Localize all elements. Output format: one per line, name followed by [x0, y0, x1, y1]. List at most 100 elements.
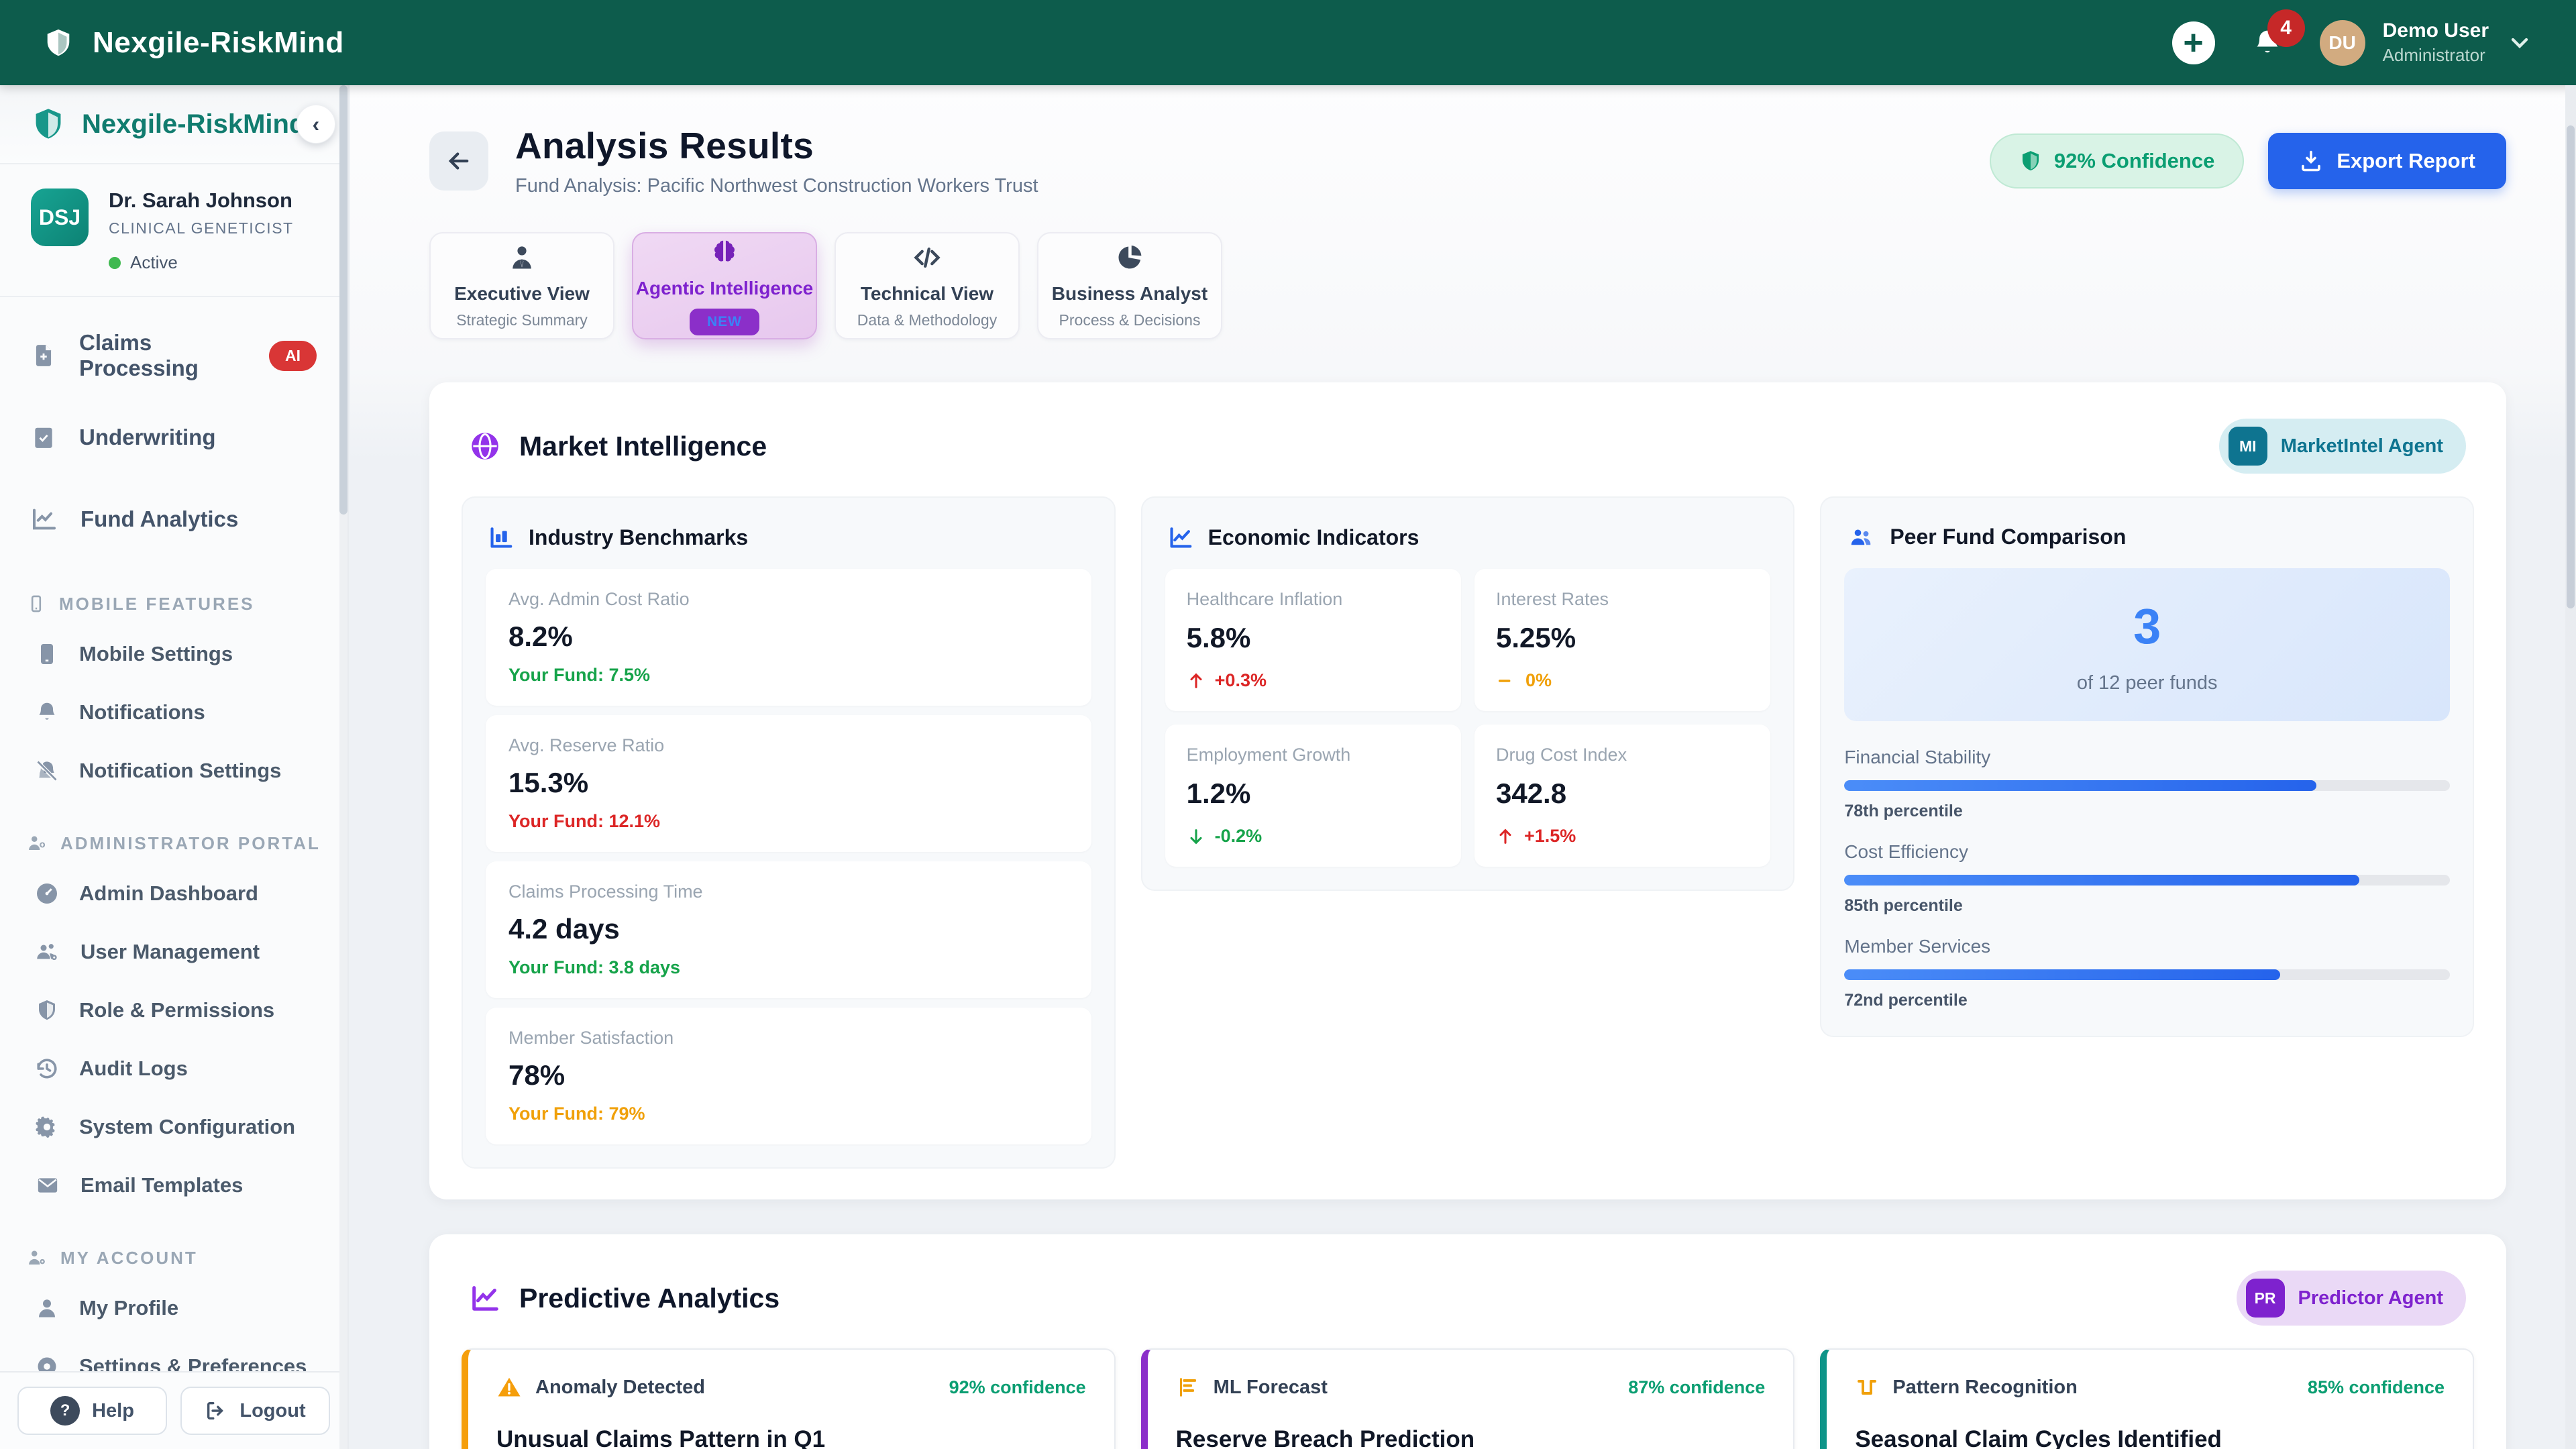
sidebar-footer: ? Help Logout — [0, 1371, 347, 1449]
shield-icon — [2019, 148, 2042, 174]
arrow-down-icon — [1187, 827, 1205, 846]
anomaly-card: Anomaly Detected 92% confidence Unusual … — [462, 1348, 1116, 1449]
industry-benchmarks-card: Industry Benchmarks Avg. Admin Cost Rati… — [462, 496, 1116, 1169]
metric-tile: Claims Processing Time 4.2 days Your Fun… — [486, 861, 1091, 998]
sidebar-brand-name: Nexgile-RiskMind — [82, 109, 306, 139]
globe-icon — [470, 431, 500, 462]
sidebar-item-notification-settings[interactable]: Notification Settings — [0, 741, 347, 800]
sidebar-profile: DSJ Dr. Sarah Johnson CLINICAL GENETICIS… — [0, 164, 347, 297]
sidebar-item-underwriting[interactable]: Underwriting — [0, 396, 347, 478]
sidebar-item-notifications[interactable]: Notifications — [0, 683, 347, 741]
sidebar-item-mobile-settings[interactable]: Mobile Settings — [0, 625, 347, 683]
help-button[interactable]: ? Help — [17, 1387, 167, 1435]
tab-agentic-intelligence[interactable]: Agentic Intelligence NEW — [632, 232, 817, 339]
chart-line-icon — [31, 506, 58, 533]
percentile-bar: Member Services 72nd percentile — [1844, 936, 2450, 1010]
tab-business-analyst[interactable]: Business Analyst Process & Decisions — [1037, 232, 1222, 339]
sidebar-collapse-button[interactable]: ‹ — [297, 105, 335, 144]
marketintel-agent-badge: MI MarketIntel Agent — [2218, 419, 2466, 474]
metric-tile: Avg. Admin Cost Ratio 8.2% Your Fund: 7.… — [486, 569, 1091, 706]
tab-technical-view[interactable]: Technical View Data & Methodology — [835, 232, 1020, 339]
ai-badge: AI — [269, 340, 317, 371]
section-mobile-features: MOBILE FEATURES — [0, 583, 347, 625]
pulse-icon — [1855, 1375, 1879, 1399]
economic-indicators-card: Economic Indicators Healthcare Inflation… — [1140, 496, 1795, 891]
notifications-button[interactable]: 4 — [2253, 9, 2305, 59]
notification-count-badge: 4 — [2267, 9, 2305, 47]
main-content: Analysis Results Fund Analysis: Pacific … — [350, 85, 2576, 1449]
page-scrollbar[interactable] — [2565, 85, 2576, 1449]
avatar: DU — [2319, 19, 2365, 66]
user-gear-icon — [27, 1248, 47, 1268]
logout-icon — [205, 1399, 227, 1422]
bar-chart-icon — [488, 525, 514, 550]
peer-rank-box: 3 of 12 peer funds — [1844, 568, 2450, 721]
sidebar-item-system-configuration[interactable]: System Configuration — [0, 1097, 347, 1156]
brain-icon — [709, 236, 740, 267]
user-role: Administrator — [2382, 45, 2485, 65]
predictor-agent-badge: PR Predictor Agent — [2236, 1271, 2466, 1326]
shield-icon — [35, 998, 59, 1022]
gear-icon — [35, 1115, 59, 1139]
market-intelligence-section: Market Intelligence MI MarketIntel Agent… — [429, 382, 2506, 1199]
back-button[interactable] — [429, 131, 488, 191]
brand-shield-icon — [43, 26, 74, 60]
mail-icon — [35, 1174, 60, 1197]
history-clock-icon — [35, 1057, 59, 1081]
sidebar-item-role-permissions[interactable]: Role & Permissions — [0, 981, 347, 1039]
predictive-analytics-section: Predictive Analytics PR Predictor Agent — [429, 1234, 2506, 1449]
question-icon: ? — [50, 1396, 80, 1426]
sidebar-item-fund-analytics[interactable]: Fund Analytics — [0, 478, 347, 560]
pie-chart-icon — [1115, 243, 1144, 272]
sidebar-item-my-profile[interactable]: My Profile — [0, 1279, 347, 1337]
brand-shield-icon — [31, 105, 66, 143]
horizontal-bars-icon — [1176, 1375, 1200, 1399]
user-plus-icon — [27, 833, 47, 853]
download-icon — [2299, 149, 2323, 173]
warning-triangle-icon — [496, 1375, 522, 1399]
pattern-recognition-card: Pattern Recognition 85% confidence Seaso… — [1820, 1348, 2474, 1449]
arrow-up-icon — [1187, 672, 1205, 690]
user-menu[interactable]: DU Demo User Administrator — [2319, 19, 2533, 66]
section-title: Market Intelligence — [519, 430, 767, 462]
clipboard-check-icon — [31, 425, 56, 450]
profile-role: CLINICAL GENETICIST — [109, 219, 294, 237]
view-tabs: Executive View Strategic Summary Agentic… — [350, 197, 2576, 339]
users-icon — [1847, 525, 1875, 549]
peer-fund-comparison-card: Peer Fund Comparison 3 of 12 peer funds … — [1820, 496, 2474, 1037]
sidebar-item-admin-dashboard[interactable]: Admin Dashboard — [0, 864, 347, 922]
bell-icon — [35, 700, 59, 724]
confidence-label: 85% confidence — [2307, 1377, 2445, 1397]
arrow-up-icon — [1496, 827, 1515, 846]
sidebar-scrollbar[interactable] — [339, 85, 347, 1449]
tab-executive-view[interactable]: Executive View Strategic Summary — [429, 232, 614, 339]
sidebar-item-email-templates[interactable]: Email Templates — [0, 1156, 347, 1214]
add-button[interactable]: + — [2171, 21, 2215, 64]
profile-name: Dr. Sarah Johnson — [109, 189, 292, 212]
chevron-down-icon — [2506, 30, 2533, 56]
confidence-badge: 92% Confidence — [1989, 133, 2245, 189]
logout-button[interactable]: Logout — [180, 1387, 330, 1435]
sidebar: Nexgile-RiskMind ‹ DSJ Dr. Sarah Johnson… — [0, 85, 349, 1449]
percentile-bar: Cost Efficiency 85th percentile — [1844, 841, 2450, 916]
smartphone-icon — [27, 594, 46, 613]
metric-tile: Interest Rates 5.25% 0% — [1474, 569, 1771, 711]
percentile-bar: Financial Stability 78th percentile — [1844, 747, 2450, 821]
export-report-button[interactable]: Export Report — [2268, 132, 2506, 189]
confidence-label: 87% confidence — [1628, 1377, 1766, 1397]
metric-tile: Healthcare Inflation 5.8% +0.3% — [1165, 569, 1461, 711]
sidebar-item-user-management[interactable]: User Management — [0, 922, 347, 981]
profile-status: Active — [130, 252, 178, 272]
section-my-account: MY ACCOUNT — [0, 1237, 347, 1279]
metric-tile: Avg. Reserve Ratio 15.3% Your Fund: 12.1… — [486, 715, 1091, 852]
peer-rank: 3 — [2133, 598, 2161, 654]
bell-off-icon — [35, 759, 59, 783]
flat-dash-icon — [1496, 672, 1516, 690]
user-icon — [35, 1296, 59, 1320]
smartphone-icon — [35, 642, 59, 666]
ml-forecast-card: ML Forecast 87% confidence Reserve Breac… — [1140, 1348, 1795, 1449]
topbar: Nexgile-RiskMind + 4 DU Demo User Admini… — [0, 0, 2576, 85]
sidebar-item-claims-processing[interactable]: Claims Processing AI — [0, 315, 347, 396]
section-title: Predictive Analytics — [519, 1282, 780, 1313]
sidebar-item-audit-logs[interactable]: Audit Logs — [0, 1039, 347, 1097]
